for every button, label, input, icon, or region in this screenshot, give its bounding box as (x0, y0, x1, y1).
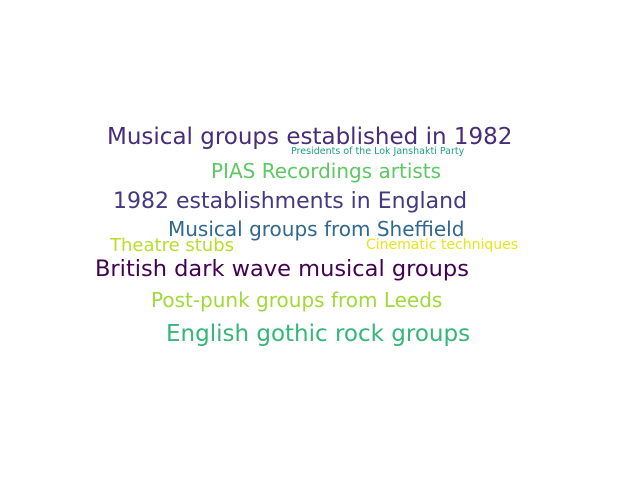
word-cloud: Musical groups established in 1982 Presi… (0, 0, 640, 480)
word-cloud-term: Cinematic techniques (366, 237, 518, 253)
word-cloud-term: 1982 establishments in England (113, 189, 468, 214)
word-cloud-term: Post-punk groups from Leeds (151, 288, 443, 312)
word-cloud-term: Theatre stubs (110, 235, 235, 256)
word-cloud-term: PIAS Recordings artists (211, 159, 442, 183)
word-cloud-term: English gothic rock groups (166, 321, 471, 347)
word-cloud-term: Presidents of the Lok Janshakti Party (291, 146, 465, 157)
word-cloud-term: British dark wave musical groups (95, 256, 469, 282)
